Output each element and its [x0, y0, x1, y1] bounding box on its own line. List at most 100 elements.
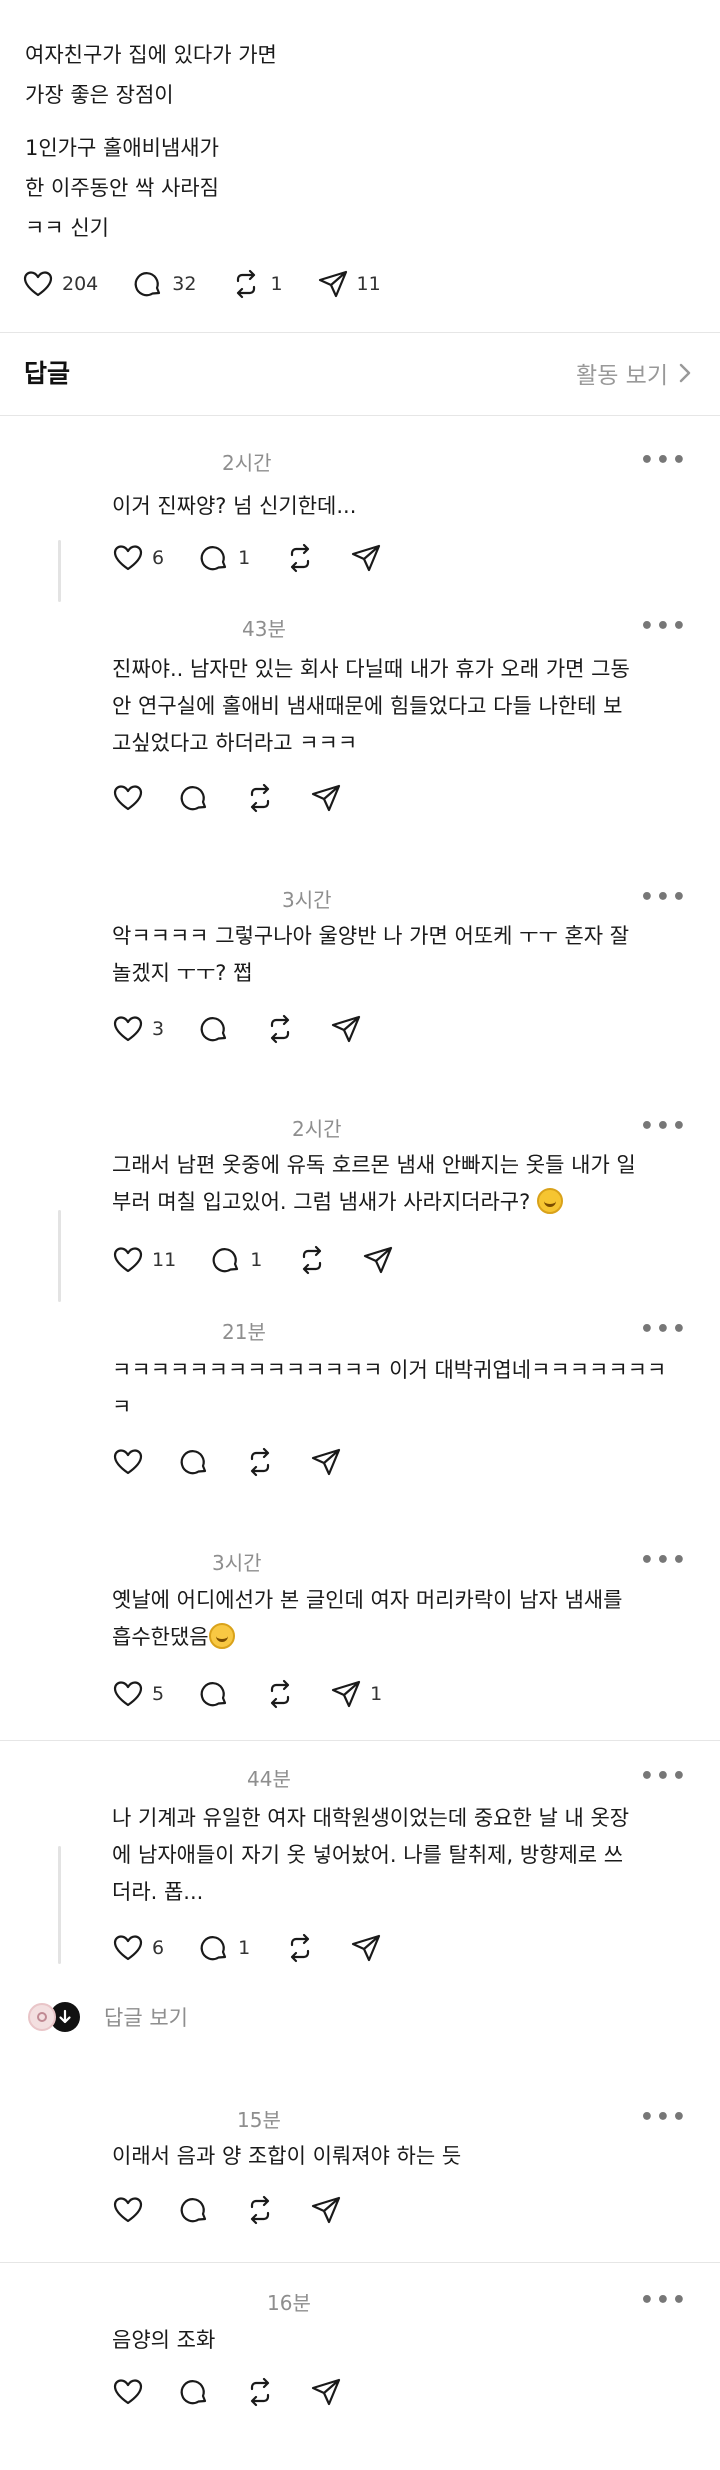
comment-text-line: 부러 며칠 입고있어. 그럼 냄새가 사라지더라구? [112, 1190, 531, 1214]
comment-reply-button[interactable]: 1 [198, 542, 250, 574]
post-line-4: 한 이주동안 싹 사라짐 [25, 176, 219, 200]
comment-share-button[interactable] [310, 782, 342, 814]
reply-count: 1 [238, 1937, 251, 1959]
post-comment-button[interactable]: 32 [132, 268, 196, 300]
comment-share-button[interactable] [350, 542, 382, 574]
comment-repost-button[interactable] [296, 1244, 328, 1276]
comment-reply-button[interactable] [198, 1013, 230, 1045]
activity-view-link[interactable]: 활동 보기 [576, 356, 692, 390]
comment-text: 이거 진짜양? 넘 신기한데... [112, 494, 357, 518]
more-options-icon[interactable]: ••• [640, 1114, 688, 1139]
comment-text-line: 고싶었다고 하더라고 ㅋㅋㅋ [112, 731, 358, 755]
comment-like-button[interactable] [112, 2194, 144, 2226]
more-options-icon[interactable]: ••• [640, 885, 688, 910]
comment-bubble-icon [212, 1248, 239, 1273]
post-like-count: 204 [62, 273, 99, 295]
comment-text-line-with-emoji: 부러 며칠 입고있어. 그럼 냄새가 사라지더라구? [112, 1184, 563, 1221]
comment-time: 21분 [222, 1320, 266, 1344]
comment-reply-button[interactable] [198, 1678, 230, 1710]
comment-share-button[interactable]: 1 [330, 1678, 382, 1710]
repost-icon [270, 1014, 290, 1044]
comment-text-line: 에 남자애들이 자기 옷 넣어놨어. 나를 탈취제, 방향제로 쓰 [112, 1843, 624, 1867]
comment-time: 2시간 [222, 451, 272, 475]
comment-share-button[interactable] [362, 1244, 394, 1276]
send-icon [331, 1015, 361, 1043]
post-like-button[interactable]: 204 [22, 268, 98, 300]
comment-repost-button[interactable] [244, 782, 276, 814]
comment-share-button[interactable] [310, 1446, 342, 1478]
comment-reply-button[interactable] [178, 1446, 210, 1478]
post-share-count: 11 [356, 273, 381, 295]
comment-bubble-icon [180, 2380, 207, 2405]
more-options-icon[interactable]: ••• [640, 1764, 688, 1789]
comment-actions [112, 2376, 376, 2408]
comment-like-button[interactable] [112, 2376, 144, 2408]
comment-reply-button[interactable] [178, 2376, 210, 2408]
send-icon [311, 2196, 341, 2224]
divider [0, 415, 720, 416]
comment-repost-button[interactable] [284, 1932, 316, 1964]
activity-view-label: 활동 보기 [576, 363, 668, 389]
more-options-icon[interactable]: ••• [640, 2105, 688, 2130]
comment-share-button[interactable] [350, 1932, 382, 1964]
post-share-button[interactable]: 11 [317, 268, 381, 300]
heart-icon [113, 1247, 143, 1273]
comment-reply-button[interactable]: 1 [210, 1244, 262, 1276]
comment-reply-button[interactable]: 1 [198, 1932, 250, 1964]
repost-icon [237, 269, 256, 299]
comment-text-line: 이래서 음과 양 조합이 이뤄져야 하는 듯 [112, 2144, 462, 2168]
more-options-icon[interactable]: ••• [640, 448, 688, 473]
comment-like-button[interactable]: 6 [112, 1932, 164, 1964]
comment-repost-button[interactable] [264, 1013, 296, 1045]
view-replies-link[interactable]: 답글 보기 [28, 2002, 188, 2032]
repost-icon [250, 2195, 270, 2225]
post-repost-count: 1 [270, 273, 283, 295]
comment-repost-button[interactable] [244, 1446, 276, 1478]
comment-like-button[interactable]: 3 [112, 1013, 164, 1045]
comment-reply-button[interactable] [178, 2194, 210, 2226]
more-options-icon[interactable]: ••• [640, 1317, 688, 1342]
comment-repost-button[interactable] [244, 2376, 276, 2408]
send-icon [364, 1246, 393, 1274]
replies-title: 답글 [24, 359, 71, 388]
heart-icon [113, 1016, 143, 1042]
post-repost-button[interactable]: 1 [230, 268, 283, 300]
divider [0, 332, 720, 333]
laughing-tears-emoji [208, 1623, 235, 1649]
heart-icon [113, 545, 143, 571]
comment-reply-button[interactable] [178, 782, 210, 814]
comment-share-button[interactable] [310, 2376, 342, 2408]
comment-text-line: ㅋ [112, 1395, 132, 1419]
comment-repost-button[interactable] [284, 542, 316, 574]
heart-icon [113, 1449, 143, 1475]
comment-like-button[interactable]: 6 [112, 542, 164, 574]
more-options-icon[interactable]: ••• [640, 2288, 688, 2313]
comment-text-line: 놀겠지 ㅜㅜ? 쩝 [112, 961, 253, 985]
thread-line [58, 540, 61, 602]
comment-like-button[interactable]: 5 [112, 1678, 164, 1710]
heart-icon [113, 2379, 143, 2405]
repost-icon [250, 1447, 270, 1477]
reply-count: 1 [238, 547, 251, 569]
grinning-face-emoji [536, 1188, 563, 1214]
more-options-icon[interactable]: ••• [640, 1548, 688, 1573]
comment-time: 2시간 [292, 1117, 342, 1141]
comment-time: 3시간 [212, 1551, 262, 1575]
comment-like-button[interactable] [112, 1446, 144, 1478]
like-count: 3 [152, 1018, 165, 1040]
divider [0, 2262, 720, 2263]
comment-actions: 6 1 [112, 542, 416, 574]
comment-actions: 5 1 [112, 1678, 416, 1710]
comment-share-button[interactable] [310, 2194, 342, 2226]
repost-icon [250, 2377, 270, 2407]
comment-text-line-with-emoji: 흡수한댔음 [112, 1619, 235, 1656]
post-actions: 204 32 1 11 [22, 268, 415, 300]
comment-like-button[interactable]: 11 [112, 1244, 176, 1276]
comment-bubble-icon [180, 786, 207, 811]
comment-repost-button[interactable] [264, 1678, 296, 1710]
comment-share-button[interactable] [330, 1013, 362, 1045]
comment-like-button[interactable] [112, 782, 144, 814]
more-options-icon[interactable]: ••• [640, 614, 688, 639]
comment-repost-button[interactable] [244, 2194, 276, 2226]
divider [0, 1740, 720, 1741]
